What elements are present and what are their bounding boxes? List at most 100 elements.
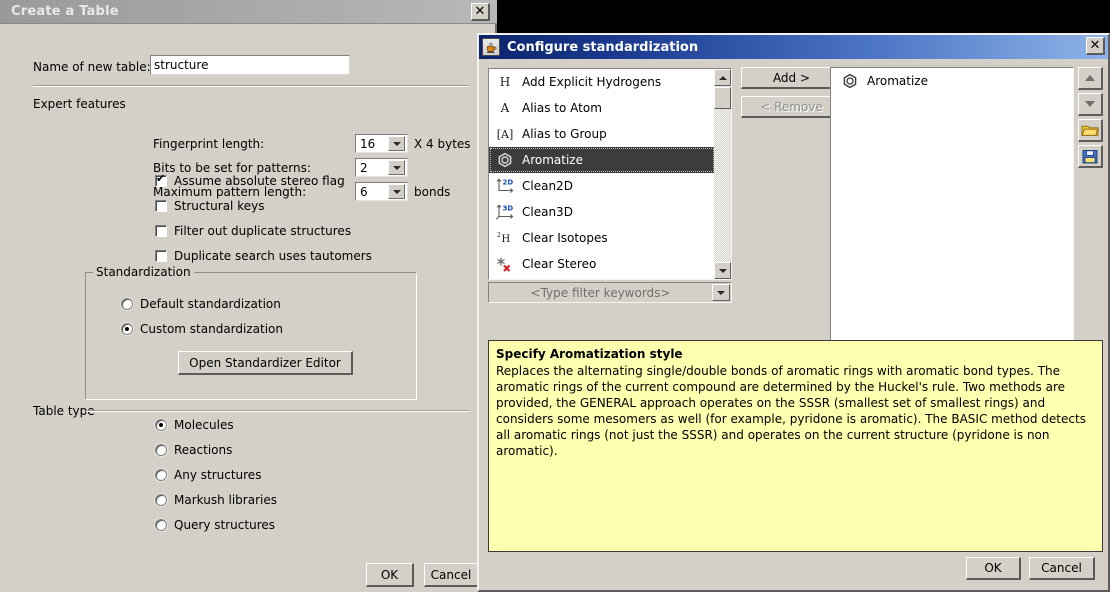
radio-icon[interactable]: [155, 469, 167, 481]
chevron-down-icon[interactable]: [388, 160, 405, 175]
close-icon[interactable]: ✕: [1086, 37, 1105, 55]
radio-any-structures[interactable]: Any structures: [155, 468, 261, 482]
action-description-heading: Specify Aromatization style: [496, 347, 1095, 361]
svg-text:3D: 3D: [503, 205, 514, 213]
list-item-aromatize[interactable]: Aromatize: [489, 147, 715, 173]
bits-for-patterns-combo[interactable]: 2: [355, 158, 408, 177]
checkbox-icon[interactable]: [155, 225, 167, 237]
radio-reactions[interactable]: Reactions: [155, 443, 232, 457]
maximum-pattern-length-suffix: bonds: [414, 185, 450, 199]
create-table-ok-button[interactable]: OK: [366, 563, 414, 587]
checkbox-filter-out-duplicate-structures[interactable]: Filter out duplicate structures: [155, 224, 351, 238]
list-item[interactable]: Clear Stereo: [489, 251, 715, 277]
configure-standardization-dialog: Configure standardization ✕ H Add Explic…: [477, 33, 1110, 592]
clean-2d-icon: 2D: [494, 177, 516, 195]
list-item[interactable]: Contract S-groups: [489, 277, 715, 279]
close-icon[interactable]: ✕: [471, 3, 490, 21]
chevron-down-icon[interactable]: [712, 284, 730, 301]
radio-icon[interactable]: [155, 419, 167, 431]
list-item[interactable]: [A] Alias to Group: [489, 121, 715, 147]
radio-custom-standardization[interactable]: Custom standardization: [121, 322, 283, 336]
checkbox-label: Structural keys: [174, 199, 264, 213]
move-down-button[interactable]: [1078, 93, 1103, 116]
radio-default-standardization[interactable]: Default standardization: [121, 297, 281, 311]
desktop: Create a Table ✕ Name of new table: Expe…: [0, 0, 1110, 592]
chevron-down-icon[interactable]: [388, 136, 405, 151]
scrollbar-thumb[interactable]: [714, 87, 731, 109]
radio-label: Molecules: [174, 418, 234, 432]
list-item-label: Add Explicit Hydrogens: [522, 75, 661, 89]
radio-markush-libraries[interactable]: Markush libraries: [155, 493, 277, 507]
radio-label: Any structures: [174, 468, 261, 482]
create-table-dialog: Create a Table ✕ Name of new table: Expe…: [0, 0, 497, 592]
aromatize-hexagon-icon: [494, 151, 516, 169]
radio-molecules[interactable]: Molecules: [155, 418, 234, 432]
scroll-up-button[interactable]: [714, 69, 731, 86]
checkbox-icon[interactable]: [155, 200, 167, 212]
checkbox-label: Duplicate search uses tautomers: [174, 249, 372, 263]
fingerprint-length-combo[interactable]: 16: [355, 134, 408, 153]
checkbox-icon[interactable]: [155, 250, 167, 262]
folder-open-icon[interactable]: [1078, 119, 1103, 142]
chevron-down-icon[interactable]: [388, 184, 405, 199]
move-up-button[interactable]: [1078, 67, 1103, 90]
configure-ok-button[interactable]: OK: [966, 557, 1021, 580]
configure-cancel-button[interactable]: Cancel: [1029, 557, 1095, 580]
name-of-new-table-input[interactable]: [150, 55, 350, 75]
divider: [86, 410, 469, 412]
action-description-panel: Specify Aromatization style Replaces the…: [488, 340, 1103, 552]
radio-icon[interactable]: [121, 298, 133, 310]
fingerprint-length-suffix: X 4 bytes: [414, 137, 471, 151]
radio-icon[interactable]: [155, 494, 167, 506]
standardization-group: Standardization Default standardization …: [85, 272, 417, 400]
hydrogen-atom-icon: H: [494, 73, 516, 91]
radio-label: Reactions: [174, 443, 232, 457]
scroll-down-button[interactable]: [714, 262, 731, 279]
create-table-title: Create a Table: [11, 4, 119, 19]
maximum-pattern-length-combo[interactable]: 6: [355, 182, 408, 201]
radio-icon[interactable]: [121, 323, 133, 335]
radio-query-structures[interactable]: Query structures: [155, 518, 275, 532]
create-table-cancel-button[interactable]: Cancel: [424, 563, 479, 587]
create-table-titlebar[interactable]: Create a Table ✕: [0, 0, 497, 24]
checkbox-assume-absolute-stereo-flag[interactable]: Assume absolute stereo flag: [155, 174, 345, 188]
list-item[interactable]: 3D Clean3D: [489, 199, 715, 225]
create-table-body: Name of new table: Expert features Finge…: [0, 24, 495, 592]
list-item-label: Clear Stereo: [522, 257, 596, 271]
remove-action-button[interactable]: < Remove: [741, 96, 843, 118]
list-item[interactable]: A Alias to Atom: [489, 95, 715, 121]
selected-actions-list[interactable]: Aromatize: [830, 67, 1074, 354]
clean-3d-icon: 3D: [494, 203, 516, 221]
radio-label: Default standardization: [140, 297, 281, 311]
checkbox-structural-keys[interactable]: Structural keys: [155, 199, 264, 213]
svg-text:2: 2: [497, 232, 501, 239]
expert-features-label: Expert features: [33, 97, 126, 111]
svg-text:2D: 2D: [503, 179, 514, 187]
selected-action-item[interactable]: Aromatize: [831, 68, 1073, 94]
radio-label: Query structures: [174, 518, 275, 532]
list-item-label: Clean3D: [522, 205, 573, 219]
available-actions-list[interactable]: H Add Explicit Hydrogens A Alias to Atom…: [488, 68, 732, 280]
open-standardizer-editor-button[interactable]: Open Standardizer Editor: [178, 351, 353, 375]
list-item[interactable]: 2D Clean2D: [489, 173, 715, 199]
configure-standardization-titlebar[interactable]: Configure standardization ✕: [479, 35, 1108, 59]
radio-icon[interactable]: [155, 519, 167, 531]
checkbox-label: Filter out duplicate structures: [174, 224, 351, 238]
bits-for-patterns-label: Bits to be set for patterns:: [153, 161, 311, 175]
name-of-new-table-label: Name of new table:: [33, 60, 151, 74]
fingerprint-length-value: 16: [356, 137, 388, 151]
checkbox-icon[interactable]: [155, 175, 167, 187]
floppy-disk-save-icon[interactable]: [1078, 145, 1103, 168]
action-description-text: Replaces the alternating single/double b…: [496, 363, 1095, 459]
radio-icon[interactable]: [155, 444, 167, 456]
bits-for-patterns-value: 2: [356, 161, 388, 175]
list-item[interactable]: H Add Explicit Hydrogens: [489, 69, 715, 95]
standardization-group-title: Standardization: [93, 265, 194, 279]
divider: [33, 85, 469, 87]
filter-keywords-combo[interactable]: <Type filter keywords>: [488, 282, 732, 303]
list-item[interactable]: 2 H Clear Isotopes: [489, 225, 715, 251]
add-action-button[interactable]: Add >: [741, 67, 843, 89]
list-item-label: Alias to Atom: [522, 101, 602, 115]
checkbox-duplicate-search-uses-tautomers[interactable]: Duplicate search uses tautomers: [155, 249, 372, 263]
available-actions-scrollbar[interactable]: [714, 69, 731, 279]
